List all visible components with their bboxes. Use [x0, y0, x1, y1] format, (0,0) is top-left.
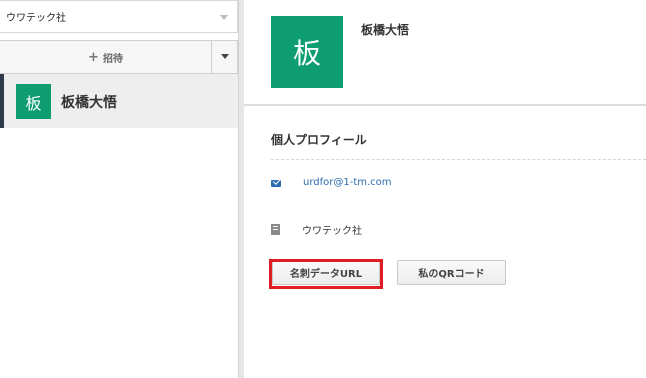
- section-title: 個人プロフィール: [271, 133, 367, 147]
- company-select[interactable]: ウワテック社: [0, 0, 238, 33]
- sidebar: ウワテック社 + 招待 板 板橋大悟: [0, 0, 240, 378]
- section-divider: [271, 159, 646, 160]
- profile-avatar: 板: [271, 16, 343, 88]
- member-name: 板橋大悟: [61, 95, 117, 111]
- invite-dropdown-toggle[interactable]: [211, 41, 237, 73]
- mail-icon: [271, 179, 281, 187]
- plus-icon: +: [88, 49, 99, 65]
- building-icon: [271, 224, 280, 235]
- email-row: urdfor@1-tm.com: [271, 177, 392, 188]
- chevron-down-icon: [220, 15, 228, 20]
- profile-name: 板橋大悟: [361, 23, 410, 37]
- profile-header: 板 板橋大悟: [244, 0, 646, 106]
- email-link[interactable]: urdfor@1-tm.com: [303, 177, 392, 188]
- invite-button[interactable]: + 招待: [0, 41, 211, 73]
- invite-label: 招待: [102, 53, 123, 65]
- member-list-item[interactable]: 板 板橋大悟: [0, 74, 238, 128]
- company-row: ウワテック社: [271, 222, 362, 237]
- member-avatar: 板: [16, 84, 51, 119]
- invite-button-group: + 招待: [0, 40, 238, 74]
- profile-pane: 板 板橋大悟 個人プロフィール urdfor@1-tm.com ウワテック社 名…: [244, 0, 646, 378]
- company-name: ウワテック社: [302, 226, 362, 237]
- caret-down-icon: [221, 54, 229, 59]
- company-select-value: ウワテック社: [6, 13, 66, 24]
- card-data-url-button[interactable]: 名刺データURL: [272, 260, 380, 285]
- my-qr-code-button[interactable]: 私のQRコード: [397, 260, 506, 285]
